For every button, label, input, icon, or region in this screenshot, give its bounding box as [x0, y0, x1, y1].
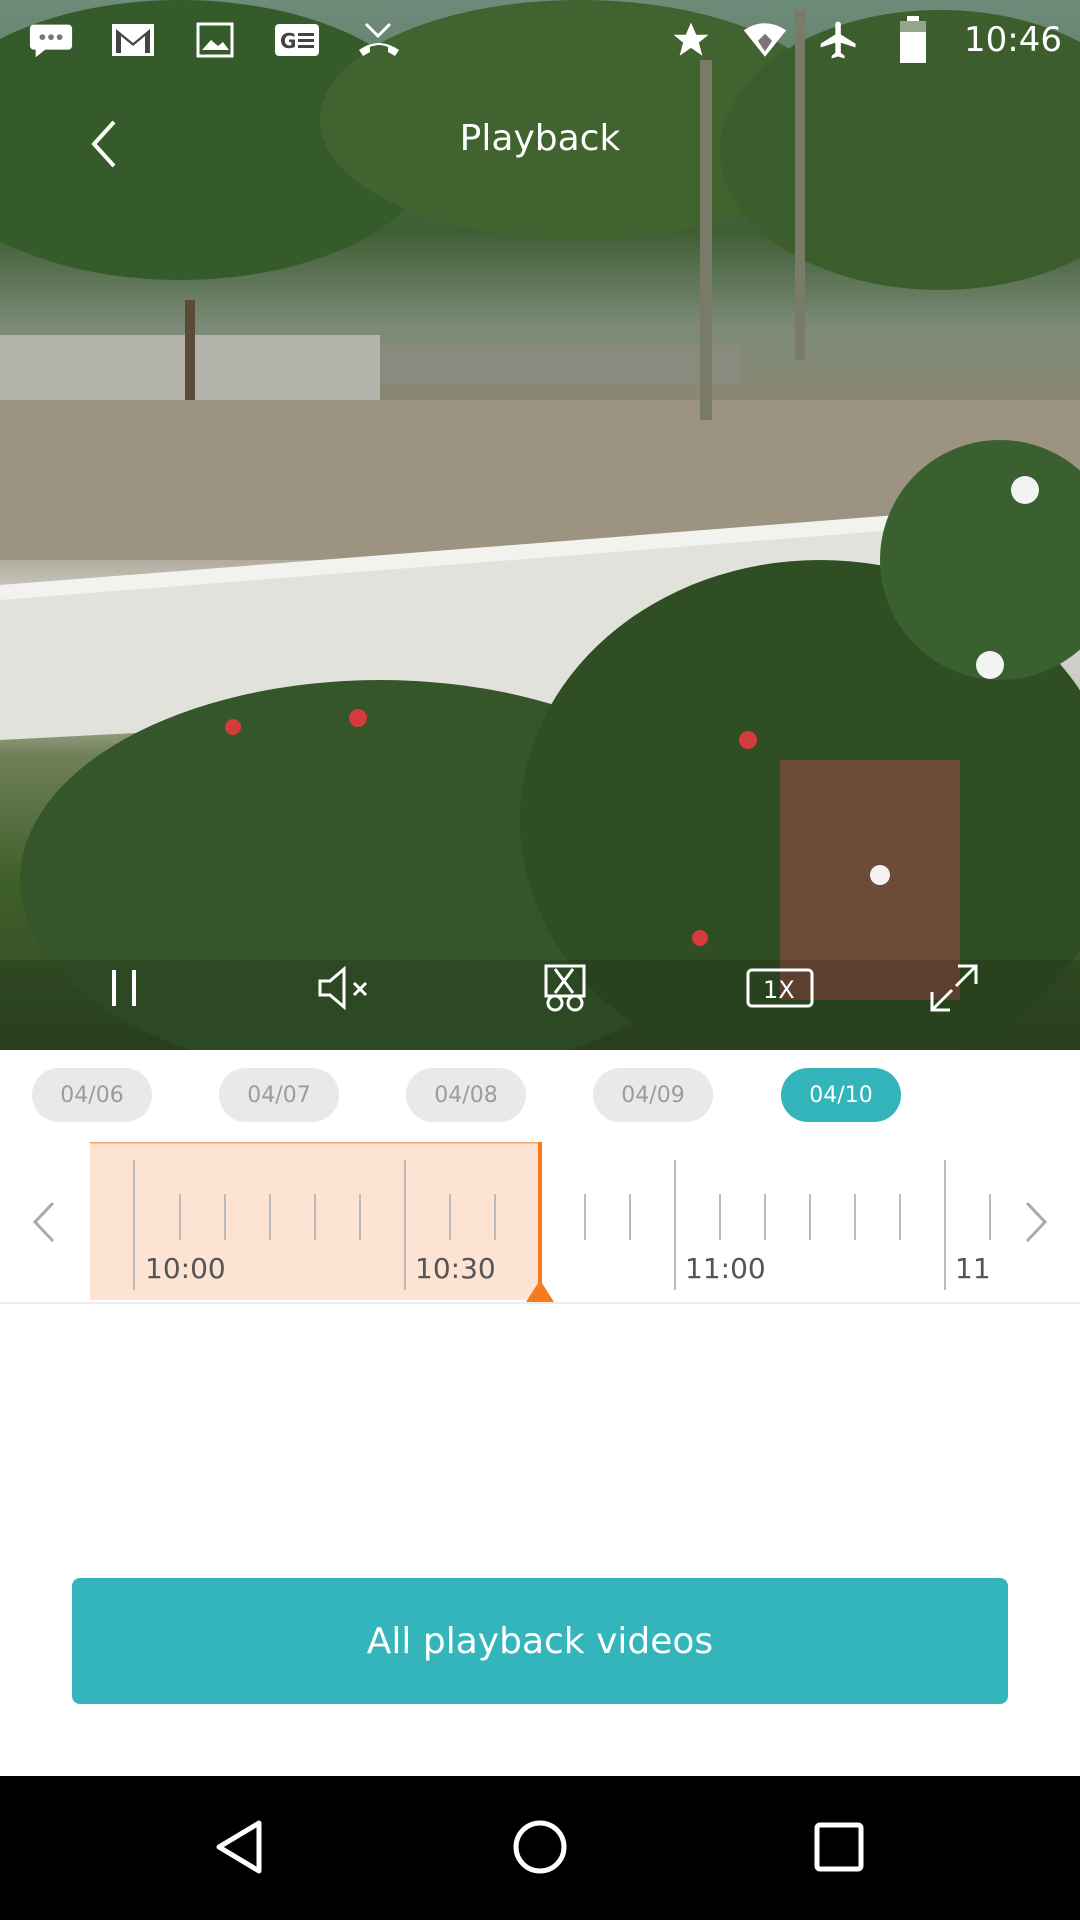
video-player[interactable]: G 10:46 Playback 1X: [0, 0, 1080, 1050]
date-chip[interactable]: 04/06: [32, 1068, 152, 1122]
airplane-icon: [816, 20, 862, 60]
timeline-next-icon[interactable]: [1006, 1182, 1066, 1262]
date-chip[interactable]: 04/09: [593, 1068, 713, 1122]
timeline-label: 11:00: [685, 1252, 766, 1285]
status-time: 10:46: [964, 20, 1062, 60]
header: Playback: [0, 100, 1080, 190]
chat-icon: [28, 20, 74, 60]
playback-controls: 1X: [0, 948, 1080, 1032]
svg-text:G: G: [280, 29, 296, 53]
nav-back-icon[interactable]: [196, 1802, 286, 1892]
all-playback-videos-button[interactable]: All playback videos: [72, 1578, 1008, 1704]
missed-call-icon: [356, 20, 402, 60]
date-chip[interactable]: 04/07: [219, 1068, 339, 1122]
mute-icon[interactable]: [306, 948, 386, 1028]
timeline-label: 11: [955, 1252, 991, 1285]
scissors-icon[interactable]: [528, 948, 608, 1028]
status-bar: G 10:46: [0, 0, 1080, 80]
timeline[interactable]: 10:00 10:30 11:00 11: [0, 1142, 1080, 1304]
date-chip[interactable]: 04/08: [406, 1068, 526, 1122]
nav-recents-icon[interactable]: [794, 1802, 884, 1892]
page-title: Playback: [459, 118, 621, 159]
battery-icon: [890, 16, 936, 63]
timeline-label: 10:00: [145, 1252, 226, 1285]
fullscreen-icon[interactable]: [914, 948, 994, 1028]
star-icon: [668, 20, 714, 60]
pause-icon[interactable]: [84, 948, 164, 1028]
navigation-bar: [0, 1776, 1080, 1920]
speed-1x-icon[interactable]: 1X: [720, 948, 840, 1028]
date-selector: 04/06 04/07 04/08 04/09 04/10: [0, 1050, 1080, 1144]
image-icon: [192, 20, 238, 60]
timeline-label: 10:30: [415, 1252, 496, 1285]
date-chip-selected[interactable]: 04/10: [781, 1068, 901, 1122]
wifi-icon: [742, 20, 788, 60]
nav-home-icon[interactable]: [495, 1802, 585, 1892]
news-icon: G: [274, 20, 320, 60]
gmail-icon: [110, 20, 156, 60]
svg-text:1X: 1X: [763, 976, 795, 1004]
